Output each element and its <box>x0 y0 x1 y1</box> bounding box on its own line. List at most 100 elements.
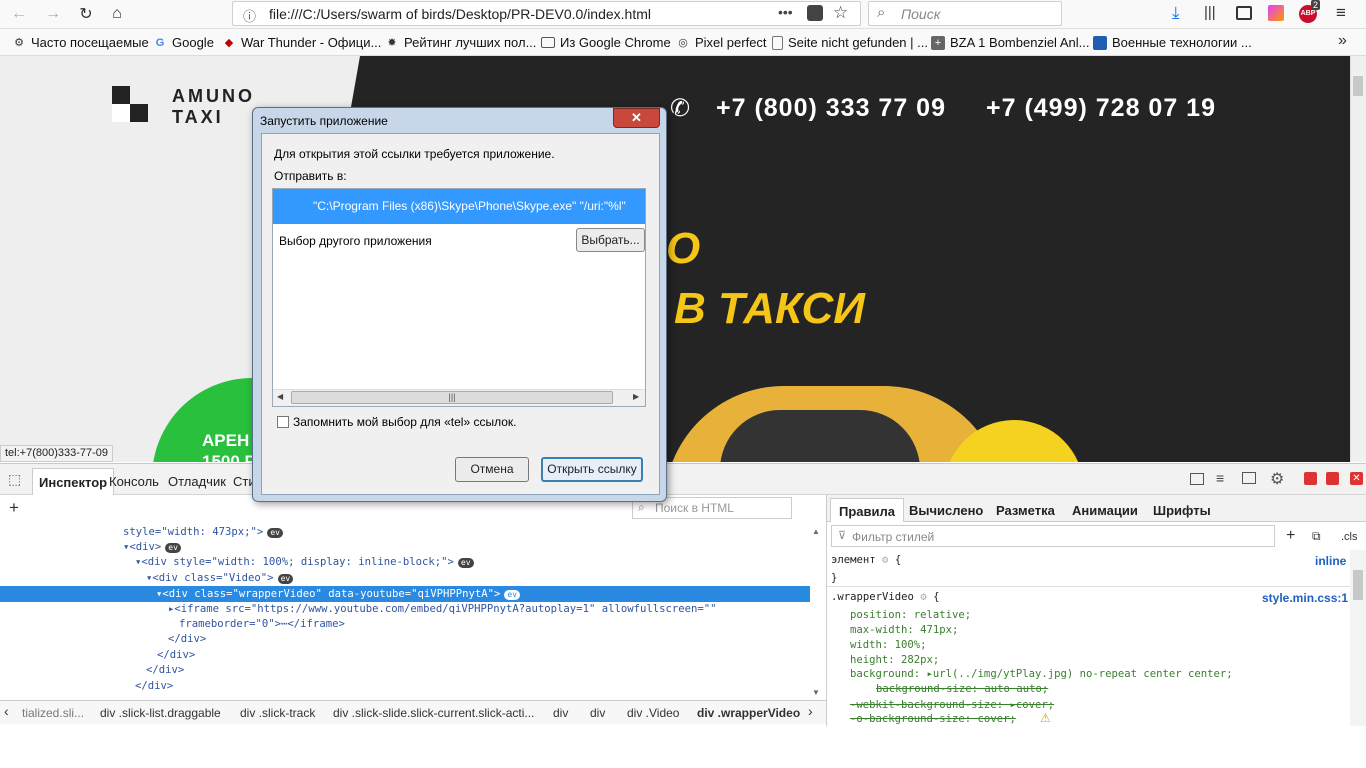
markup-line[interactable]: ▾<div class="Video"> ev <box>146 572 294 584</box>
pocket-icon[interactable] <box>807 5 823 21</box>
breadcrumb-item[interactable]: div <box>553 706 568 720</box>
breadcrumb-item[interactable]: div .slick-list.draggable <box>100 706 221 720</box>
event-badge[interactable]: ev <box>165 543 181 553</box>
tab-fonts[interactable]: Шрифты <box>1153 503 1211 518</box>
markup-line[interactable]: ▾<div> ev <box>123 541 181 553</box>
css-declaration[interactable]: background: ▸url(../img/ytPlay.jpg) no-r… <box>850 668 1233 680</box>
tab-rules[interactable]: Правила <box>830 498 904 522</box>
bookmark-item[interactable]: G Google <box>153 35 214 50</box>
bookmarks-overflow-icon[interactable]: » <box>1338 32 1347 50</box>
markup-line[interactable]: </div> <box>135 680 173 692</box>
addon-colorful-icon[interactable] <box>1268 5 1284 21</box>
markup-line-selected[interactable]: ▾<div class="wrapperVideo" data-youtube=… <box>156 588 521 600</box>
bookmark-item[interactable]: Военные технологии ... <box>1093 35 1252 50</box>
tab-computed[interactable]: Вычислено <box>909 503 983 518</box>
event-badge[interactable]: ev <box>277 574 294 584</box>
toggle-pseudo-icon[interactable]: ⧉ <box>1312 529 1321 544</box>
site-logo[interactable]: AMUNO TAXI <box>172 86 255 128</box>
back-arrow-icon[interactable]: ← <box>6 2 32 26</box>
choose-app-button[interactable]: Выбрать... <box>576 228 645 252</box>
tab-console[interactable]: Консоль <box>109 474 159 489</box>
breadcrumb-item[interactable]: div .Video <box>627 706 679 720</box>
scroll-left-icon[interactable]: ◀ <box>277 392 283 401</box>
page-actions-icon[interactable]: ••• <box>778 4 793 20</box>
remember-choice-checkbox[interactable]: Запомнить мой выбор для «tel» ссылок. <box>277 415 516 429</box>
breadcrumb-prev-icon[interactable]: ‹ <box>4 703 9 719</box>
settings-gear-icon[interactable]: ⚙ <box>1270 469 1284 489</box>
cls-toggle[interactable]: .cls <box>1341 531 1358 543</box>
rules-scrollbar-thumb[interactable] <box>1353 570 1363 600</box>
page-scrollbar[interactable] <box>1350 56 1366 462</box>
bookmark-item[interactable]: ◆ War Thunder - Офици... <box>222 35 382 50</box>
add-rule-icon[interactable]: + <box>1286 527 1295 545</box>
phone-link[interactable]: +7 (499) 728 07 19 <box>986 94 1216 123</box>
bookmark-star-icon[interactable]: ☆ <box>833 3 848 23</box>
css-declaration[interactable]: width: 100%; <box>850 639 927 651</box>
close-devtools-icon[interactable]: ✕ <box>1350 472 1363 485</box>
download-icon[interactable]: ⤓ <box>1172 3 1180 23</box>
breadcrumb-item[interactable]: div <box>590 706 605 720</box>
scroll-right-icon[interactable]: ▶ <box>633 392 639 401</box>
window-min-icon[interactable] <box>1304 472 1317 485</box>
checkbox-box[interactable] <box>277 416 289 428</box>
bookmark-item[interactable]: Seite nicht gefunden | ... <box>772 35 928 50</box>
css-declaration-overridden[interactable]: background-size: auto auto; <box>876 683 1048 695</box>
event-badge[interactable]: ev <box>504 590 521 600</box>
markup-line[interactable]: </div> <box>146 664 184 676</box>
css-declaration-overridden[interactable]: -o-background-size: cover; <box>850 713 1016 725</box>
gear-icon[interactable]: ⚙ <box>882 554 888 566</box>
markup-line[interactable]: ▾<div style="width: 100%; display: inlin… <box>135 556 474 568</box>
menu-icon[interactable]: ≡ <box>1336 3 1346 23</box>
event-badge[interactable]: ev <box>267 528 283 538</box>
css-declaration[interactable]: height: 282px; <box>850 654 939 666</box>
bookmark-item[interactable]: + BZA 1 Bombenziel Anl... <box>931 35 1089 50</box>
markup-line[interactable]: </div> <box>157 649 195 661</box>
close-icon[interactable]: ✕ <box>613 108 660 128</box>
scroll-up-icon[interactable]: ▲ <box>812 527 820 536</box>
tab-animations[interactable]: Анимации <box>1072 503 1138 518</box>
app-list-hscroll-thumb[interactable]: ||| <box>291 391 613 404</box>
tab-inspector[interactable]: Инспектор <box>32 468 115 495</box>
element-picker-icon[interactable]: ⬚ <box>8 471 21 488</box>
markup-line[interactable]: ▸<iframe src="https://www.youtube.com/em… <box>168 603 717 615</box>
breadcrumb-item[interactable]: div .slick-slide.slick-current.slick-act… <box>333 706 534 720</box>
breadcrumb-item-current[interactable]: div .wrapperVideo <box>697 706 800 720</box>
search-bar[interactable]: ⌕ Поиск <box>868 1 1062 26</box>
markup-line[interactable]: frameborder="0">⋯</iframe> <box>179 618 345 630</box>
library-icon[interactable]: ||| <box>1204 4 1216 21</box>
rule-source-link[interactable]: inline <box>1315 554 1346 568</box>
bookmark-item[interactable]: Из Google Chrome <box>541 35 671 50</box>
info-icon[interactable]: ⓘ <box>243 6 256 25</box>
rule-source-link[interactable]: style.min.css:1 <box>1262 591 1348 605</box>
reload-icon[interactable]: ↻ <box>73 2 99 26</box>
breadcrumb-item[interactable]: div .slick-track <box>240 706 315 720</box>
phone-link[interactable]: +7 (800) 333 77 09 <box>716 94 946 123</box>
markup-line[interactable]: style="width: 473px;"> ev <box>123 526 283 538</box>
popout-icon[interactable] <box>1242 472 1256 484</box>
rule-selector[interactable]: .wrapperVideo <box>831 591 914 603</box>
markup-line[interactable]: </div> <box>168 633 206 645</box>
app-list-item-other[interactable]: Выбор другого приложения <box>279 234 432 248</box>
add-node-icon[interactable]: + <box>9 498 19 518</box>
dock-icon[interactable] <box>1190 473 1204 485</box>
breadcrumb-next-icon[interactable]: › <box>808 703 813 719</box>
scroll-down-icon[interactable]: ▼ <box>812 688 820 697</box>
css-declaration[interactable]: max-width: 471px; <box>850 624 958 636</box>
url-bar[interactable]: ⓘ file:///C:/Users/swarm of birds/Deskto… <box>232 1 861 26</box>
forward-arrow-icon[interactable]: → <box>40 2 66 26</box>
css-declaration[interactable]: position: relative; <box>850 609 971 621</box>
tab-debugger[interactable]: Отладчик <box>168 474 226 489</box>
tab-layout[interactable]: Разметка <box>996 503 1055 518</box>
sidebar-icon[interactable] <box>1236 6 1252 20</box>
event-badge[interactable]: ev <box>457 558 474 568</box>
home-icon[interactable]: ⌂ <box>104 2 130 26</box>
bookmark-item[interactable]: ⚙ Часто посещаемые <box>12 35 149 50</box>
gear-icon[interactable]: ⚙ <box>920 591 926 603</box>
bookmark-item[interactable]: ◎ Pixel perfect <box>676 35 766 50</box>
style-filter-input[interactable]: ⊽ Фильтр стилей <box>831 525 1275 547</box>
breadcrumb-item[interactable]: tialized.sli... <box>22 706 84 720</box>
open-link-button[interactable]: Открыть ссылку <box>541 457 643 482</box>
cancel-button[interactable]: Отмена <box>455 457 529 482</box>
window-max-icon[interactable] <box>1326 472 1339 485</box>
css-declaration-overridden[interactable]: -webkit-background-size: ▸cover; <box>850 699 1054 711</box>
